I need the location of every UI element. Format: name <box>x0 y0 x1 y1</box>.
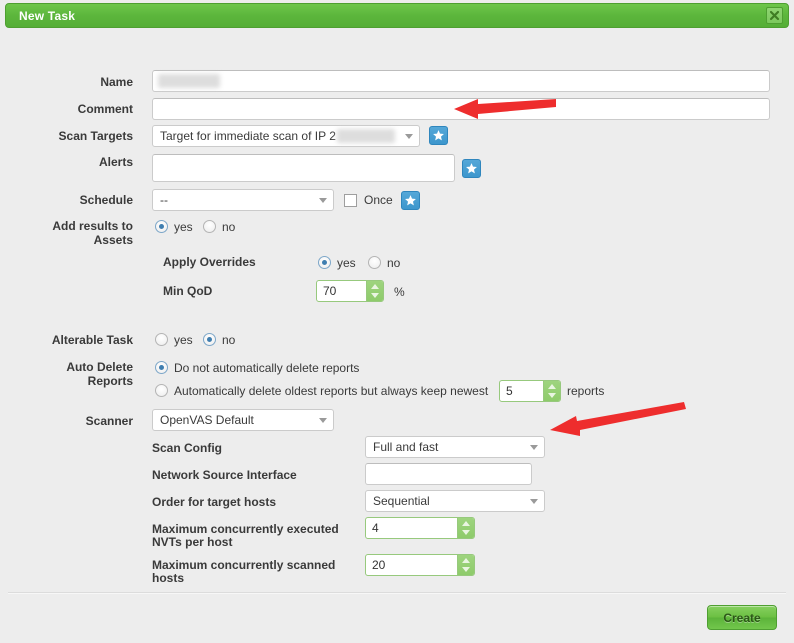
label-alerts: Alerts <box>98 155 133 169</box>
order-target-hosts-select[interactable]: Sequential <box>365 490 545 512</box>
name-input[interactable] <box>152 70 770 92</box>
label-scan-config: Scan Config <box>152 441 223 455</box>
label-name: Name <box>100 75 133 89</box>
scanner-select[interactable]: OpenVAS Default <box>152 409 334 431</box>
chevron-down-icon[interactable] <box>548 393 556 398</box>
chevron-down-icon <box>530 499 538 504</box>
chevron-up-icon[interactable] <box>548 384 556 389</box>
close-icon[interactable] <box>766 7 783 24</box>
auto-delete-keep-value: 5 <box>506 384 513 398</box>
close-x-glyph <box>769 10 780 21</box>
chevron-up-icon[interactable] <box>371 284 379 289</box>
chevron-up-icon[interactable] <box>462 521 470 526</box>
min-qod-value: 70 <box>323 284 337 298</box>
star-glyph <box>466 163 477 174</box>
max-nvts-stepper[interactable]: 4 <box>365 517 475 539</box>
min-qod-unit: % <box>394 285 405 299</box>
apply-overrides-no-radio[interactable] <box>368 256 381 269</box>
label-add-results-line1: Add results to <box>52 219 133 233</box>
schedule-select[interactable]: -- <box>152 189 334 211</box>
chevron-down-icon <box>530 445 538 450</box>
apply-overrides-yes-label: yes <box>337 256 356 270</box>
dialog-title: New Task <box>19 9 76 23</box>
label-max-hosts-line2: hosts <box>152 571 185 585</box>
scan-targets-new-star-icon[interactable] <box>429 126 448 145</box>
create-button[interactable]: Create <box>707 605 777 630</box>
scan-targets-redacted-value <box>337 129 395 143</box>
label-apply-overrides: Apply Overrides <box>163 255 256 269</box>
label-alterable-task: Alterable Task <box>51 333 133 347</box>
label-order-target-hosts: Order for target hosts <box>152 495 277 509</box>
auto-delete-option1-radio[interactable] <box>155 361 168 374</box>
schedule-once-label: Once <box>364 193 393 207</box>
schedule-new-star-icon[interactable] <box>401 191 420 210</box>
arrow-scan-config-annotation <box>550 402 686 436</box>
chevron-down-icon <box>319 418 327 423</box>
scanner-value: OpenVAS Default <box>160 413 254 427</box>
alterable-task-yes-radio[interactable] <box>155 333 168 346</box>
max-hosts-spinner-buttons[interactable] <box>457 555 474 575</box>
chevron-down-icon[interactable] <box>462 567 470 572</box>
add-results-no-radio[interactable] <box>203 220 216 233</box>
apply-overrides-yes-radio[interactable] <box>318 256 331 269</box>
auto-delete-option2-label: Automatically delete oldest reports but … <box>174 384 489 398</box>
auto-delete-option2-suffix: reports <box>567 384 605 398</box>
chevron-down-icon[interactable] <box>462 530 470 535</box>
alterable-task-no-label: no <box>222 333 236 347</box>
chevron-down-icon[interactable] <box>371 293 379 298</box>
dialog-titlebar: New Task <box>5 3 789 28</box>
label-comment: Comment <box>77 102 133 116</box>
label-scanner: Scanner <box>85 414 133 428</box>
label-min-qod: Min QoD <box>163 284 213 298</box>
label-max-nvts-line2: NVTs per host <box>152 535 233 549</box>
label-add-results-line2: Assets <box>93 233 133 247</box>
max-nvts-value: 4 <box>372 521 379 535</box>
scan-config-value: Full and fast <box>373 440 439 454</box>
chevron-down-icon <box>319 198 327 203</box>
alterable-task-no-radio[interactable] <box>203 333 216 346</box>
add-results-yes-label: yes <box>174 220 193 234</box>
footer-divider <box>8 592 786 594</box>
alerts-input[interactable] <box>152 154 455 182</box>
auto-delete-spinner-buttons[interactable] <box>543 381 560 401</box>
auto-delete-keep-stepper[interactable]: 5 <box>499 380 561 402</box>
scan-config-select[interactable]: Full and fast <box>365 436 545 458</box>
alterable-task-yes-label: yes <box>174 333 193 347</box>
chevron-down-icon <box>405 134 413 139</box>
order-target-hosts-value: Sequential <box>373 494 430 508</box>
chevron-up-icon[interactable] <box>462 558 470 563</box>
arrow-scan-targets-annotation <box>454 99 556 119</box>
label-scan-targets: Scan Targets <box>58 129 133 143</box>
star-glyph <box>405 195 416 206</box>
label-schedule: Schedule <box>79 193 133 207</box>
min-qod-spinner-buttons[interactable] <box>366 281 383 301</box>
max-nvts-spinner-buttons[interactable] <box>457 518 474 538</box>
auto-delete-option1-label: Do not automatically delete reports <box>174 361 360 375</box>
star-glyph <box>433 130 444 141</box>
auto-delete-option2-radio[interactable] <box>155 384 168 397</box>
add-results-yes-radio[interactable] <box>155 220 168 233</box>
apply-overrides-no-label: no <box>387 256 401 270</box>
add-results-no-label: no <box>222 220 236 234</box>
form-area: Name Comment Scan Targets Target for imm… <box>0 30 794 592</box>
network-source-interface-input[interactable] <box>365 463 532 485</box>
new-task-dialog: New Task Name Comment Scan Targets Targe… <box>0 0 794 643</box>
max-hosts-value: 20 <box>372 558 386 572</box>
name-redacted-value <box>158 74 220 88</box>
max-hosts-stepper[interactable]: 20 <box>365 554 475 576</box>
alerts-new-star-icon[interactable] <box>462 159 481 178</box>
min-qod-stepper[interactable]: 70 <box>316 280 384 302</box>
schedule-once-checkbox[interactable] <box>344 194 357 207</box>
label-network-source-interface: Network Source Interface <box>152 468 297 482</box>
scan-targets-value: Target for immediate scan of IP 2 <box>160 129 336 143</box>
schedule-value: -- <box>160 193 168 207</box>
label-auto-delete-line1: Auto Delete <box>66 360 133 374</box>
label-auto-delete-line2: Reports <box>87 374 133 388</box>
